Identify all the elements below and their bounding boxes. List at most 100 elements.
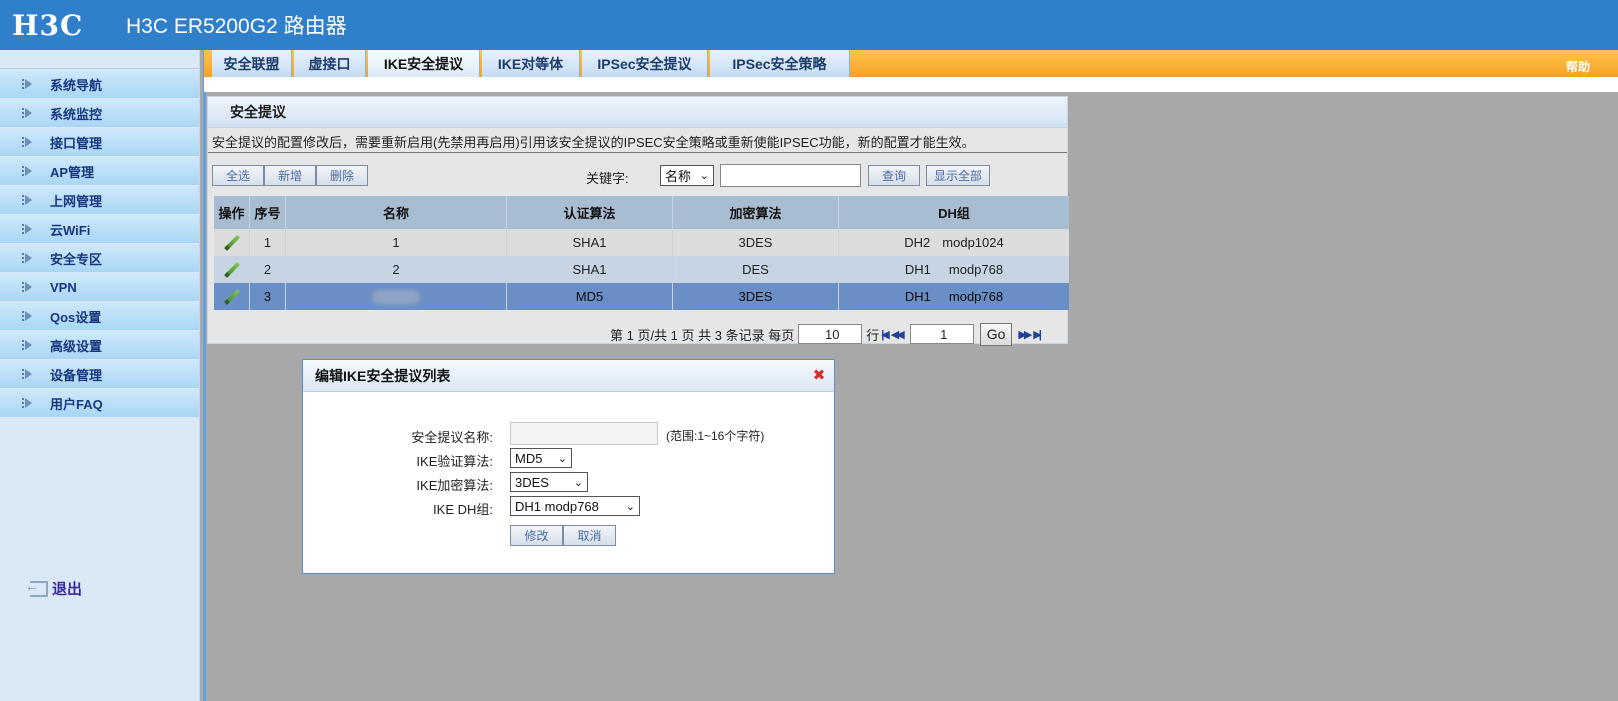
query-button[interactable]: 查询 (868, 165, 920, 186)
arrow-right-icon (22, 77, 36, 91)
page-input[interactable]: 1 (909, 324, 974, 344)
arrow-right-icon (22, 222, 36, 236)
cell-enc: DES (673, 256, 839, 283)
proposal-name-hint: (范围:1~16个字符) (666, 429, 765, 443)
pencil-edit-icon[interactable] (224, 289, 240, 305)
table-header-row: 操作 序号 名称 认证算法 加密算法 DH组 (214, 196, 1069, 229)
tab-ipsec-proposal[interactable]: IPSec安全提议 (582, 50, 708, 77)
sidebar-item-label: 安全专区 (50, 251, 103, 267)
arrow-right-icon (22, 338, 36, 352)
h3c-logo: H3C (12, 8, 84, 42)
tab-virtual-interface[interactable]: 虚接口 (294, 50, 366, 77)
sidebar-item-label: 设备管理 (50, 367, 103, 383)
sidebar-item-interface[interactable]: 接口管理 (0, 128, 199, 156)
arrow-right-icon (22, 193, 36, 207)
proposal-name-label: 安全提议名称: (411, 430, 493, 445)
cancel-button[interactable]: 取消 (563, 525, 616, 546)
logout-icon (25, 578, 48, 597)
tab-security-association[interactable]: 安全联盟 (212, 50, 292, 77)
arrow-right-icon (22, 280, 36, 294)
sidebar-item-qos[interactable]: Qos设置 (0, 302, 199, 330)
edit-cell (214, 256, 250, 283)
ike-enc-label: IKE加密算法: (416, 478, 493, 493)
table-row[interactable]: 2 2 SHA1 DES DH1 modp768 (214, 256, 1069, 283)
add-button[interactable]: 新增 (264, 165, 316, 186)
chevron-down-icon: ⌄ (573, 477, 583, 489)
logout-link[interactable]: 退出 (25, 578, 82, 599)
sidebar-item-vpn[interactable]: VPN (0, 273, 199, 301)
cell-dh-mode: modp1024 (942, 235, 1004, 250)
delete-button[interactable]: 删除 (316, 165, 368, 186)
sidebar-item-faq[interactable]: 用户FAQ (0, 389, 199, 417)
pencil-edit-icon[interactable] (224, 235, 240, 251)
sidebar-item-label: 系统监控 (50, 106, 103, 122)
show-all-button[interactable]: 显示全部 (926, 165, 990, 186)
dialog-title: 编辑IKE安全提议列表 (303, 360, 834, 392)
sidebar-item-device[interactable]: 设备管理 (0, 360, 199, 388)
config-notice: 安全提议的配置修改后，需要重新启用(先禁用再启用)引用该安全提议的IPSEC安全… (208, 128, 1067, 153)
tab-ike-proposal[interactable]: IKE安全提议 (368, 50, 480, 77)
pagination: 第 1 页/共 1 页 共 3 条记录 每页 10 行 |◀ ◀◀ 1 Go ▶… (610, 322, 1042, 346)
sidebar-item-advanced[interactable]: 高级设置 (0, 331, 199, 359)
help-link[interactable]: 帮助 (1566, 58, 1590, 75)
search-input[interactable] (720, 164, 861, 187)
cell-dh: DH1 modp768 (839, 256, 1069, 283)
sidebar-item-security[interactable]: 安全专区 (0, 244, 199, 272)
close-icon[interactable]: ✖ (812, 368, 826, 383)
sidebar-item-ap[interactable]: AP管理 (0, 157, 199, 185)
table-row-selected[interactable]: 3 MD5 3DES DH1 modp768 (214, 283, 1069, 310)
sidebar-item-system-nav[interactable]: 系统导航 (0, 70, 199, 98)
keyword-select-value: 名称 (665, 169, 692, 184)
chevron-down-icon: ⌄ (699, 170, 709, 182)
ike-auth-value: MD5 (515, 450, 543, 466)
app-header: H3C H3C ER5200G2 路由器 (0, 0, 1618, 50)
tab-bar: 安全联盟 虚接口 IKE安全提议 IKE对等体 IPSec安全提议 IPSec安… (204, 50, 1618, 77)
content-top-strip (204, 77, 1618, 92)
keyword-label: 关键字: (586, 171, 629, 186)
tab-ike-peer[interactable]: IKE对等体 (482, 50, 580, 77)
sidebar-item-cloud-wifi[interactable]: 云WiFi (0, 215, 199, 243)
cell-name: 2 (286, 256, 507, 283)
ike-dh-select[interactable]: DH1 modp768 ⌄ (510, 496, 640, 516)
sidebar-item-label: 上网管理 (50, 193, 103, 209)
proposal-name-input[interactable] (510, 422, 658, 445)
next-page-icon[interactable]: ▶▶ (1018, 328, 1032, 341)
sidebar-item-system-monitor[interactable]: 系统监控 (0, 99, 199, 127)
last-page-icon[interactable]: ▶| (1033, 328, 1041, 341)
sidebar-item-label: AP管理 (50, 164, 95, 180)
arrow-right-icon (22, 309, 36, 323)
modify-button[interactable]: 修改 (510, 525, 563, 546)
sidebar-item-internet[interactable]: 上网管理 (0, 186, 199, 214)
col-header-action: 操作 (214, 196, 250, 229)
pager-summary: 第 1 页/共 1 页 共 3 条记录 每页 (610, 327, 795, 343)
cell-dh-mode: modp768 (948, 289, 1004, 304)
cell-index: 3 (250, 283, 286, 310)
ike-enc-select[interactable]: 3DES ⌄ (510, 472, 588, 492)
go-button[interactable]: Go (979, 322, 1013, 346)
sidebar-item-label: 接口管理 (50, 135, 103, 151)
ike-auth-label: IKE验证算法: (416, 454, 493, 469)
ike-dh-label: IKE DH组: (433, 502, 493, 517)
cell-enc: 3DES (673, 229, 839, 256)
ike-auth-select[interactable]: MD5 ⌄ (510, 448, 572, 468)
col-header-dh: DH组 (938, 206, 970, 221)
sidebar-item-label: VPN (50, 279, 77, 295)
pencil-edit-icon[interactable] (224, 262, 240, 278)
cell-dh: DH1 modp768 (839, 283, 1069, 310)
cell-name: 1 (286, 229, 507, 256)
table-row[interactable]: 1 1 SHA1 3DES DH2 modp1024 (214, 229, 1069, 256)
cell-name (286, 283, 507, 310)
redacted-name (372, 289, 420, 304)
sidebar-top-divider (0, 50, 199, 69)
arrow-right-icon (22, 106, 36, 120)
cell-enc: 3DES (673, 283, 839, 310)
first-page-icon[interactable]: |◀ (881, 328, 889, 341)
prev-page-icon[interactable]: ◀◀ (891, 328, 905, 341)
sidebar-item-label: 系统导航 (50, 77, 103, 93)
select-all-button[interactable]: 全选 (212, 165, 264, 186)
cell-index: 1 (250, 229, 286, 256)
tab-ipsec-policy[interactable]: IPSec安全策略 (710, 50, 850, 77)
per-page-input[interactable]: 10 (798, 324, 863, 344)
col-header-enc: 加密算法 (673, 196, 839, 229)
keyword-select[interactable]: 名称 ⌄ (660, 165, 714, 186)
